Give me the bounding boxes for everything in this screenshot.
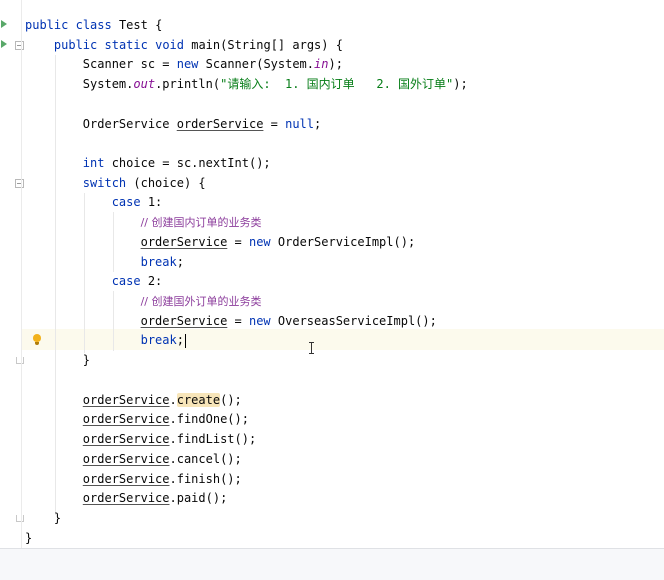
code-line-2: public static void main(String[] args) { — [25, 36, 343, 56]
closing-brace: } — [25, 531, 33, 545]
keyword: static — [104, 38, 148, 52]
code-comment: // 创建国外订单的业务类 — [140, 295, 262, 308]
code-text: Scanner(System. — [205, 57, 315, 71]
type-name: OrderService — [82, 117, 177, 131]
code-text: OrderServiceImpl(); — [270, 235, 416, 249]
code-text: .cancel(); — [169, 452, 242, 466]
code-line-8: int choice = sc.nextInt(); — [25, 154, 271, 174]
code-text: (choice) { — [126, 176, 206, 190]
code-comment: // 创建国内订单的业务类 — [140, 216, 262, 229]
text-caret — [184, 333, 186, 348]
variable-reference: orderService — [82, 432, 170, 446]
variable-reference: orderService — [82, 452, 170, 466]
code-line-17: break; — [25, 331, 186, 351]
closing-brace: } — [53, 511, 62, 525]
keyword: public — [25, 18, 69, 32]
code-text: . — [169, 393, 177, 407]
keyword: null — [285, 117, 315, 131]
code-line-1: public class Test { — [25, 16, 162, 36]
variable-reference: orderService — [82, 472, 170, 486]
code-line-26: } — [25, 509, 61, 529]
code-line-21: orderService.findOne(); — [25, 410, 249, 430]
text-cursor-icon — [309, 342, 314, 354]
keyword: void — [155, 38, 184, 52]
code-text: = — [263, 117, 286, 131]
code-text: 1: — [140, 195, 163, 209]
keyword: new — [176, 57, 199, 71]
code-text: ; — [176, 255, 184, 269]
code-line-23: orderService.cancel(); — [25, 450, 242, 470]
keyword: break — [140, 333, 177, 347]
variable-reference: orderService — [82, 393, 170, 407]
variable-reference: orderService — [140, 314, 228, 328]
keyword: switch — [82, 176, 127, 190]
variable-reference: orderService — [176, 117, 264, 131]
keyword: int — [82, 156, 105, 170]
code-text: .findOne(); — [169, 412, 249, 426]
code-text: OverseasServiceImpl(); — [270, 314, 437, 328]
code-editor[interactable]: public class Test { public static void m… — [0, 0, 664, 548]
code-line-12: orderService = new OrderServiceImpl(); — [25, 233, 416, 253]
code-line-25: orderService.paid(); — [25, 489, 228, 509]
code-text: ); — [328, 57, 343, 71]
code-line-27: } — [25, 529, 32, 548]
variable-reference: orderService — [140, 235, 228, 249]
code-text: .println( — [155, 77, 221, 91]
code-text: (); — [220, 393, 242, 407]
class-name: Test { — [118, 18, 163, 32]
keyword: public — [53, 38, 98, 52]
code-line-10: case 1: — [25, 193, 163, 213]
code-text: = — [227, 314, 249, 328]
highlighted-method: create — [176, 393, 221, 407]
code-line-13: break; — [25, 253, 184, 273]
code-text: ; — [176, 333, 184, 347]
code-text: 2: — [140, 274, 163, 288]
code-text: .finish(); — [169, 472, 242, 486]
code-line-11: // 创建国内订单的业务类 — [25, 213, 262, 233]
static-field: out — [133, 77, 156, 91]
code-text: ; — [314, 117, 322, 131]
code-line-3: Scanner sc = new Scanner(System.in); — [25, 55, 343, 75]
code-line-22: orderService.findList(); — [25, 430, 256, 450]
variable-reference: orderService — [82, 491, 170, 505]
code-text: Scanner sc = — [82, 57, 177, 71]
code-line-16: orderService = new OverseasServiceImpl()… — [25, 312, 437, 332]
code-text: choice = sc.nextInt(); — [104, 156, 271, 170]
code-text: ); — [453, 77, 468, 91]
keyword: case — [111, 274, 141, 288]
code-line-6: OrderService orderService = null; — [25, 115, 321, 135]
keyword: case — [111, 195, 141, 209]
keyword: break — [140, 255, 177, 269]
code-text: System. — [82, 77, 134, 91]
code-line-18: } — [25, 351, 90, 371]
closing-brace: } — [82, 353, 91, 367]
code-line-14: case 2: — [25, 272, 163, 292]
variable-reference: orderService — [82, 412, 170, 426]
code-text-area[interactable]: public class Test { public static void m… — [0, 0, 664, 548]
code-line-15: // 创建国外订单的业务类 — [25, 292, 262, 312]
keyword: class — [75, 18, 112, 32]
status-bar — [0, 548, 664, 580]
code-line-4: System.out.println("请输入: 1. 国内订单 2. 国外订单… — [25, 75, 468, 95]
keyword: new — [248, 314, 271, 328]
static-field: in — [314, 57, 329, 71]
code-text: .paid(); — [169, 491, 228, 505]
code-line-9: switch (choice) { — [25, 174, 206, 194]
code-text: .findList(); — [169, 432, 257, 446]
code-line-24: orderService.finish(); — [25, 470, 242, 490]
code-line-20: orderService.create(); — [25, 391, 242, 411]
method-signature: main(String[] args) { — [191, 38, 343, 52]
keyword: new — [248, 235, 271, 249]
string-literal: "请输入: 1. 国内订单 2. 国外订单" — [220, 77, 454, 91]
code-text: = — [227, 235, 249, 249]
